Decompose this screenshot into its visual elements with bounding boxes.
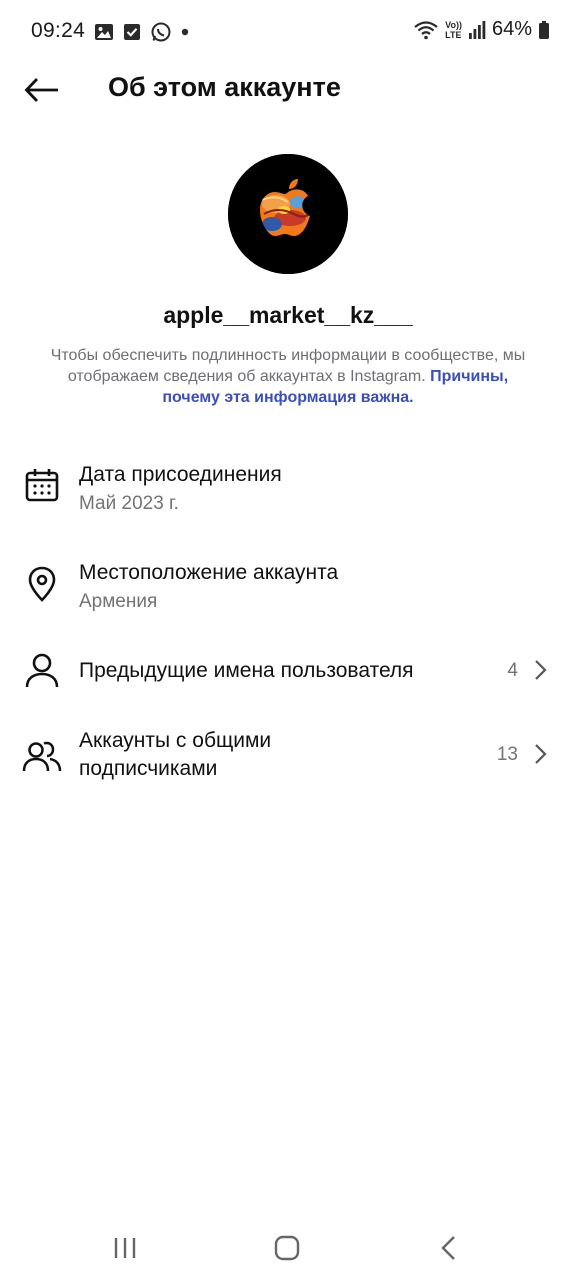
back-chevron-icon: [441, 1236, 455, 1260]
page-title: Об этом аккаунте: [108, 72, 341, 102]
status-bar: 09:24 Vo)) LTE 64%: [0, 0, 576, 62]
date-joined-title: Дата присоединения: [79, 463, 282, 486]
volte-bottom-label: LTE: [445, 29, 462, 40]
status-notification-icons: [94, 21, 190, 43]
check-box-icon: [124, 24, 140, 40]
volte-top-label: Vo)): [445, 19, 462, 30]
volte-icon: Vo)) LTE: [445, 20, 462, 40]
chevron-right-icon: [535, 744, 547, 764]
username: apple__market__kz___: [163, 302, 413, 328]
recent-apps-button[interactable]: [101, 1228, 149, 1268]
shared-followers-row[interactable]: Аккаунты с общими подписчиками 13: [0, 726, 576, 786]
battery-percent: 64%: [491, 18, 532, 40]
home-icon: [274, 1235, 300, 1261]
header: Об этом аккаунте: [0, 62, 576, 118]
former-usernames-row[interactable]: Предыдущие имена пользователя 4: [0, 648, 576, 694]
shared-followers-title-line1: Аккаунты с общими: [79, 729, 272, 752]
calendar-icon: [22, 465, 62, 505]
former-usernames-title: Предыдущие имена пользователя: [79, 659, 414, 682]
former-usernames-count: 4: [507, 660, 518, 681]
apple-logo-image: [228, 154, 348, 274]
whatsapp-icon: [151, 22, 171, 42]
recent-apps-icon: [114, 1238, 136, 1258]
battery-icon: [539, 20, 549, 39]
nav-back-button[interactable]: [425, 1228, 473, 1268]
info-text: Чтобы обеспечить подлинность информации …: [40, 345, 536, 408]
shared-followers-count: 13: [496, 744, 518, 765]
account-location-title: Местоположение аккаунта: [79, 561, 339, 584]
signal-icon: [468, 20, 486, 39]
back-button[interactable]: [20, 70, 64, 110]
account-location-value: Армения: [79, 591, 158, 612]
image-icon: [95, 24, 113, 40]
wifi-icon: [414, 20, 438, 39]
date-joined-row: Дата присоединения Май 2023 г.: [0, 460, 576, 530]
shared-followers-title-line2: подписчиками: [79, 757, 218, 780]
status-time: 09:24: [31, 19, 86, 42]
system-nav-bar: [0, 1216, 576, 1280]
chevron-right-icon: [535, 660, 547, 680]
account-location-row: Местоположение аккаунта Армения: [0, 558, 576, 628]
date-joined-value: Май 2023 г.: [79, 493, 179, 514]
status-system-icons: Vo)) LTE 64%: [413, 18, 550, 41]
person-icon: [22, 650, 62, 690]
location-pin-icon: [22, 564, 62, 604]
dot-icon: [181, 28, 189, 36]
avatar: [228, 154, 348, 274]
home-button[interactable]: [263, 1228, 311, 1268]
arrow-left-icon: [24, 78, 58, 102]
people-icon: [22, 736, 62, 776]
